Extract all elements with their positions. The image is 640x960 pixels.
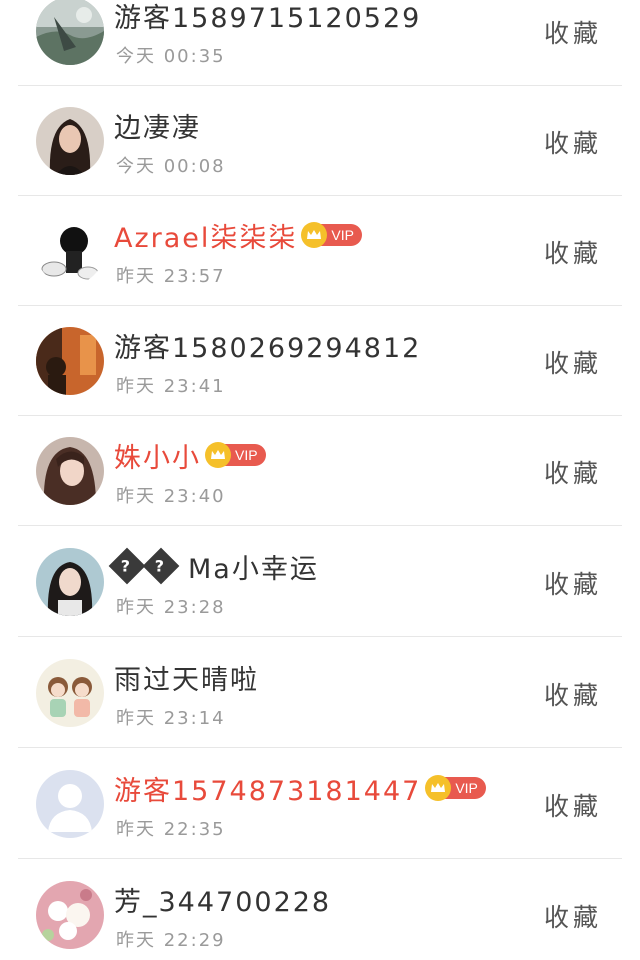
favorite-button[interactable]: 收藏 (544, 124, 602, 160)
visitor-list: 游客1589715120529 今天 00:35 收藏 边凄凄 今天 00:08… (0, 0, 640, 960)
user-name: 边凄凄 (114, 108, 201, 144)
visit-time: 昨天 23:57 (116, 266, 226, 287)
woman-dark-hair-avatar-icon[interactable] (36, 107, 104, 175)
user-name-text: 芳_344700228 (114, 886, 332, 918)
cartoon-character-avatar-icon[interactable] (36, 217, 104, 285)
divider (18, 636, 622, 637)
visit-time: 昨天 22:35 (116, 819, 226, 840)
user-name-text: 边凄凄 (114, 112, 201, 144)
divider (18, 747, 622, 748)
favorite-button[interactable]: 收藏 (544, 676, 602, 712)
favorite-button[interactable]: 收藏 (544, 234, 602, 270)
user-name: 游客1574873181447 VIP (114, 771, 486, 807)
list-item[interactable]: 芳_344700228 昨天 22:29 收藏 (0, 860, 640, 960)
user-name-text: 姝小小 (114, 442, 201, 474)
visit-time: 昨天 22:29 (116, 930, 226, 951)
vip-badge: VIP (301, 222, 362, 248)
user-name-text: 雨过天晴啦 (114, 664, 259, 696)
orange-silhouette-avatar-icon[interactable] (36, 327, 104, 395)
favorite-button[interactable]: 收藏 (544, 454, 602, 490)
user-name: ? ? Ma小幸运 (108, 547, 319, 585)
cartoon-girls-avatar-icon[interactable] (36, 659, 104, 727)
favorite-button[interactable]: 收藏 (544, 565, 602, 601)
unknown-glyph-icon: ? (108, 547, 146, 585)
user-name-text: 游客1589715120529 (114, 2, 422, 34)
default-user-avatar-icon[interactable] (36, 770, 104, 838)
user-name: 姝小小 VIP (114, 438, 266, 474)
user-name-text: 游客1580269294812 (114, 332, 422, 364)
flowers-avatar-icon[interactable] (36, 881, 104, 949)
list-item[interactable]: 游客1574873181447 VIP 昨天 22:35 收藏 (0, 749, 640, 859)
landscape-avatar-icon[interactable] (36, 0, 104, 65)
favorite-button[interactable]: 收藏 (544, 344, 602, 380)
divider (18, 525, 622, 526)
user-name-text: Azrael柒柒柒 (114, 222, 298, 254)
girl-portrait-avatar-icon[interactable] (36, 548, 104, 616)
crown-icon (205, 442, 231, 468)
visit-time: 昨天 23:40 (116, 486, 226, 507)
favorite-button[interactable]: 收藏 (544, 898, 602, 934)
favorite-button[interactable]: 收藏 (544, 14, 602, 50)
visit-time: 今天 00:08 (116, 156, 226, 177)
vip-badge: VIP (205, 442, 266, 468)
woman-portrait-avatar-icon[interactable] (36, 437, 104, 505)
user-name: 雨过天晴啦 (114, 660, 259, 696)
list-item[interactable]: 游客1580269294812 昨天 23:41 收藏 (0, 306, 640, 416)
vip-badge: VIP (425, 775, 486, 801)
user-name: 芳_344700228 (114, 882, 332, 918)
visit-time: 昨天 23:41 (116, 376, 226, 397)
visit-time: 昨天 23:14 (116, 708, 226, 729)
list-item[interactable]: 边凄凄 今天 00:08 收藏 (0, 86, 640, 196)
list-item[interactable]: Azrael柒柒柒 VIP 昨天 23:57 收藏 (0, 196, 640, 306)
list-item[interactable]: 姝小小 VIP 昨天 23:40 收藏 (0, 416, 640, 526)
list-item[interactable]: ? ? Ma小幸运 昨天 23:28 收藏 (0, 527, 640, 637)
visit-time: 今天 00:35 (116, 46, 226, 67)
unknown-glyph-icon: ? (142, 547, 180, 585)
list-item[interactable]: 游客1589715120529 今天 00:35 收藏 (0, 0, 640, 86)
user-name: Azrael柒柒柒 VIP (114, 218, 362, 254)
list-item[interactable]: 雨过天晴啦 昨天 23:14 收藏 (0, 638, 640, 748)
user-name-text: Ma小幸运 (188, 553, 319, 585)
user-name: 游客1589715120529 (114, 0, 422, 34)
user-name: 游客1580269294812 (114, 328, 422, 364)
favorite-button[interactable]: 收藏 (544, 787, 602, 823)
divider (18, 858, 622, 859)
visit-time: 昨天 23:28 (116, 597, 226, 618)
user-name-text: 游客1574873181447 (114, 775, 422, 807)
